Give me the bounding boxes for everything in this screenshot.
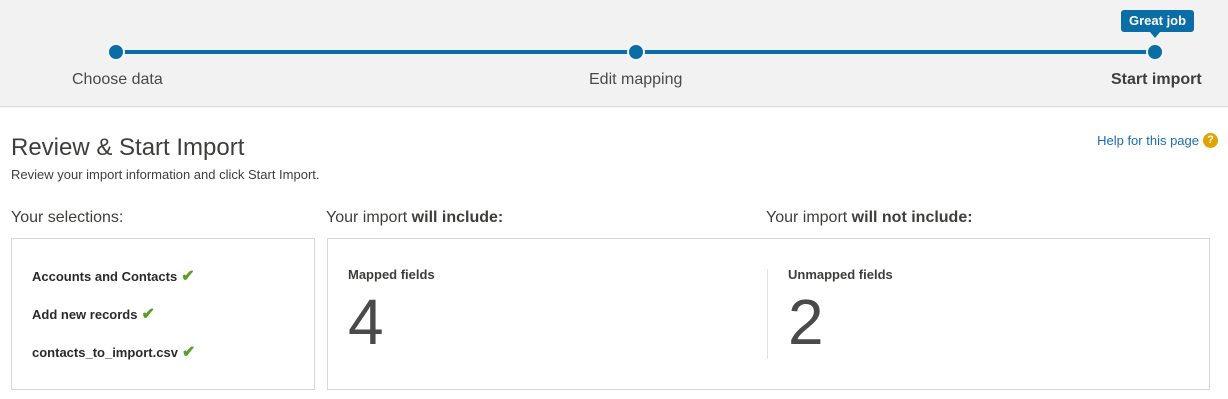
summary-divider (767, 269, 768, 359)
will-include-prefix: Your import (326, 209, 412, 226)
page-title: Review & Start Import (11, 134, 245, 161)
step-label-choose-data[interactable]: Choose data (72, 71, 163, 89)
selections-panel: Accounts and Contacts ✔ Add new records … (11, 238, 315, 390)
help-link-label[interactable]: Help for this page (1097, 133, 1199, 148)
will-not-include-prefix: Your import (766, 209, 852, 226)
step-dot-edit-mapping[interactable] (629, 45, 643, 59)
step-dot-start-import (1148, 45, 1162, 59)
mapped-fields-count: 4 (348, 286, 384, 358)
help-link[interactable]: Help for this page ? (1097, 133, 1218, 148)
question-icon[interactable]: ? (1203, 133, 1218, 148)
step-dot-choose-data[interactable] (109, 45, 123, 59)
selection-item: Accounts and Contacts ✔ (32, 268, 195, 285)
selection-item: contacts_to_import.csv ✔ (32, 344, 196, 361)
mapped-fields-label: Mapped fields (348, 267, 435, 282)
great-job-tooltip: Great job (1121, 10, 1195, 32)
import-summary-panel: Mapped fields 4 Unmapped fields 2 (327, 238, 1210, 390)
check-icon: ✔ (141, 306, 155, 323)
will-not-include-heading: Your import will not include: (766, 209, 973, 227)
check-icon: ✔ (181, 268, 195, 285)
step-label-start-import: Start import (1111, 71, 1202, 88)
import-progress-bar: Choose data Edit mapping Start import Gr… (0, 0, 1228, 107)
will-not-include-emphasis: will not include: (851, 209, 973, 226)
will-include-heading: Your import will include: (326, 209, 503, 227)
page-subtitle: Review your import information and click… (11, 167, 320, 182)
check-icon: ✔ (181, 344, 196, 361)
selection-label: Accounts and Contacts (32, 269, 178, 284)
tooltip-arrow (1150, 32, 1160, 38)
selection-label: contacts_to_import.csv (32, 345, 178, 360)
mapped-fields-block: Mapped fields 4 (348, 267, 435, 354)
unmapped-fields-count: 2 (788, 286, 824, 358)
selection-item: Add new records ✔ (32, 306, 155, 323)
unmapped-fields-block: Unmapped fields 2 (788, 267, 893, 354)
step-label-edit-mapping[interactable]: Edit mapping (589, 71, 682, 89)
will-include-emphasis: will include: (411, 209, 504, 226)
selections-heading: Your selections: (11, 209, 124, 226)
selection-label: Add new records (32, 307, 138, 322)
unmapped-fields-label: Unmapped fields (788, 267, 893, 282)
